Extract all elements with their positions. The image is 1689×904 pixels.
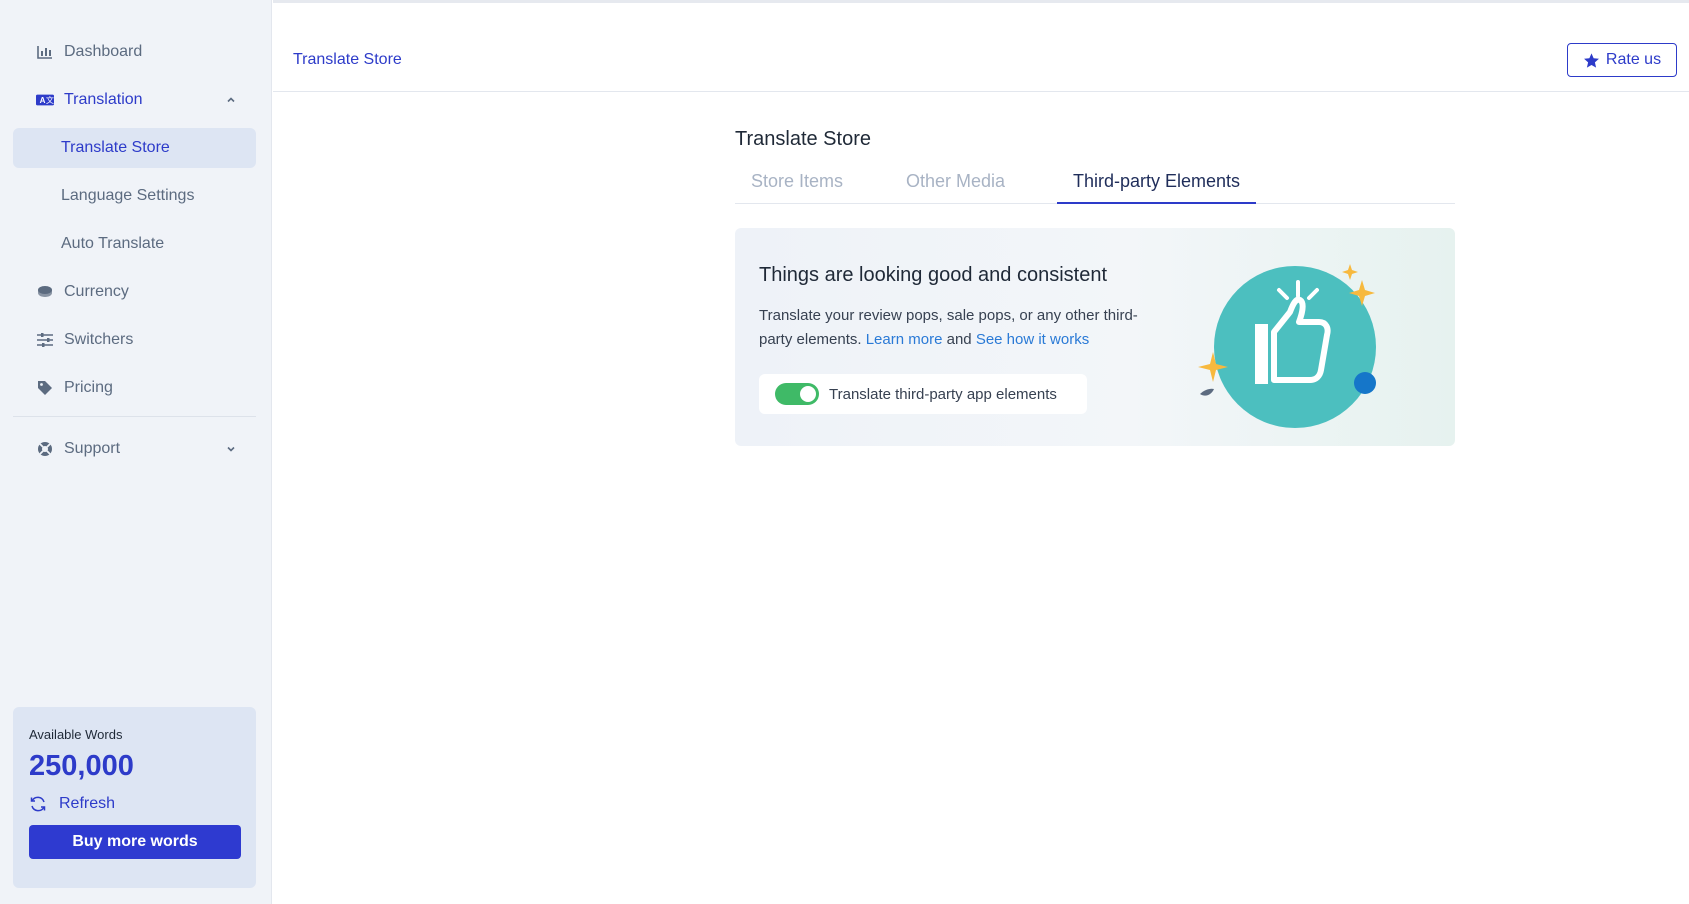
chevron-down-icon <box>224 442 238 456</box>
sidebar-item-label: Pricing <box>64 379 113 396</box>
translate-icon: A文 <box>36 91 54 109</box>
sidebar-item-label: Support <box>64 440 121 457</box>
sidebar-item-label: Switchers <box>64 331 134 348</box>
tab-third-party-elements[interactable]: Third-party Elements <box>1057 166 1257 204</box>
lifebuoy-icon <box>36 440 54 458</box>
sidebar-item-currency[interactable]: Currency <box>13 272 256 312</box>
breadcrumb[interactable]: Translate Store <box>293 51 402 69</box>
refresh-button[interactable]: Refresh <box>29 795 240 813</box>
see-how-it-works-link[interactable]: See how it works <box>976 331 1089 348</box>
toggle-label: Translate third-party app elements <box>829 385 1057 403</box>
translate-third-party-toggle[interactable] <box>775 383 819 405</box>
available-words-count: 250,000 <box>29 750 134 782</box>
sidebar-item-support[interactable]: Support <box>13 429 256 469</box>
sidebar-divider <box>13 416 256 417</box>
available-words-label: Available Words <box>29 727 123 742</box>
sidebar-subitem-translate-store[interactable]: Translate Store <box>13 128 256 168</box>
refresh-icon <box>30 796 46 812</box>
sidebar-item-dashboard[interactable]: Dashboard <box>13 32 256 72</box>
available-words-card: Available Words 250,000 Refresh Buy more… <box>13 707 256 888</box>
sidebar-subitem-language-settings[interactable]: Language Settings <box>13 176 256 216</box>
svg-text:文: 文 <box>46 95 54 105</box>
chevron-up-icon <box>224 93 238 107</box>
sidebar-item-switchers[interactable]: Switchers <box>13 320 256 360</box>
toggle-container: Translate third-party app elements <box>759 374 1087 414</box>
sidebar-item-translation[interactable]: A文 Translation <box>13 80 256 120</box>
sidebar-subitem-auto-translate[interactable]: Auto Translate <box>13 224 256 264</box>
coins-icon <box>36 283 54 301</box>
buy-more-words-button[interactable]: Buy more words <box>29 825 241 859</box>
thumbs-up-illustration <box>1198 264 1376 428</box>
refresh-label: Refresh <box>59 795 116 812</box>
sidebar-item-label: Currency <box>64 283 129 300</box>
tag-icon <box>36 379 54 397</box>
sidebar-nav: Dashboard A文 Translation Translate Store… <box>13 32 256 477</box>
star-icon <box>1583 52 1599 68</box>
sidebar: Dashboard A文 Translation Translate Store… <box>0 0 272 904</box>
card-description: Translate your review pops, sale pops, o… <box>759 304 1159 352</box>
card-title: Things are looking good and consistent <box>759 264 1108 286</box>
sliders-icon <box>36 331 54 349</box>
learn-more-link[interactable]: Learn more <box>866 331 943 348</box>
tab-bar: Store Items Other Media Third-party Elem… <box>735 166 1455 204</box>
card-description-and: and <box>946 331 972 348</box>
sidebar-item-pricing[interactable]: Pricing <box>13 368 256 408</box>
tab-store-items[interactable]: Store Items <box>735 166 859 204</box>
bar-chart-icon <box>36 43 54 61</box>
top-bar: Translate Store Rate us <box>273 0 1689 92</box>
page-title: Translate Store <box>735 128 871 150</box>
tab-other-media[interactable]: Other Media <box>890 166 1021 204</box>
svg-text:A: A <box>40 96 46 105</box>
rate-us-button[interactable]: Rate us <box>1567 43 1677 77</box>
sidebar-item-label: Dashboard <box>64 43 143 60</box>
third-party-card: Things are looking good and consistent T… <box>735 228 1455 446</box>
rate-us-label: Rate us <box>1605 51 1662 68</box>
sidebar-item-label: Translation <box>64 91 143 108</box>
